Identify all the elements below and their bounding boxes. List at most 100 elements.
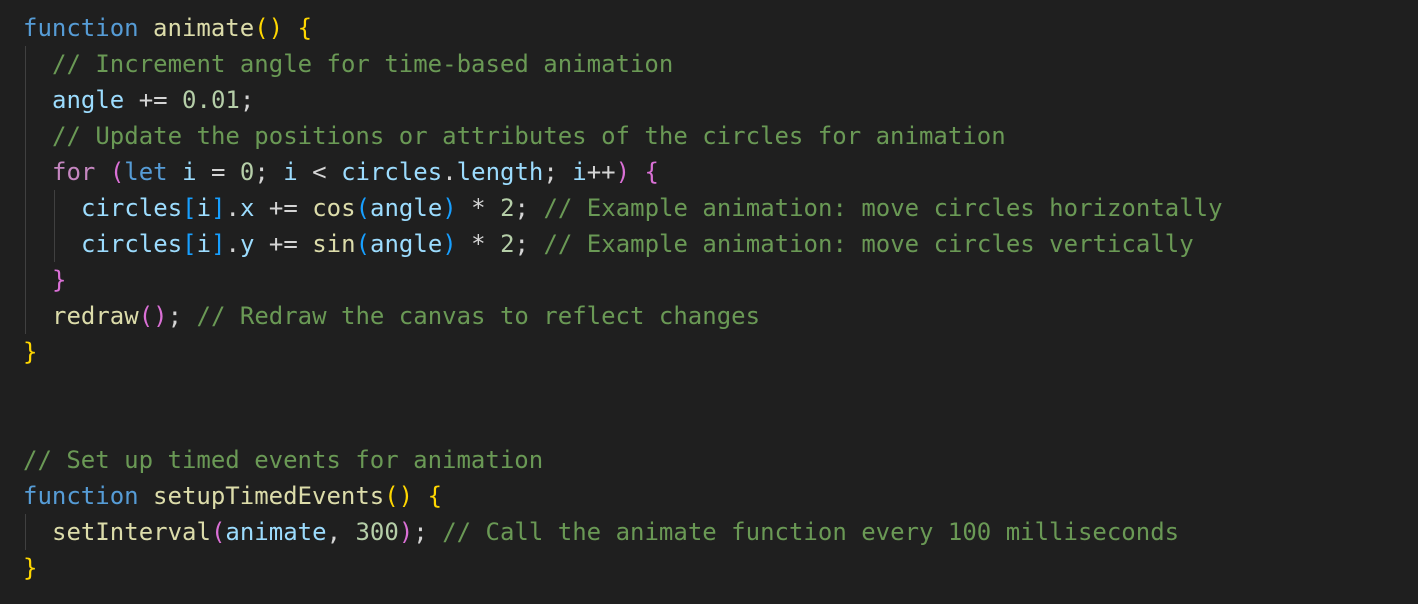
code-token-num: 300 [355,518,399,546]
code-token-op: += [254,230,313,258]
code-token-b3: ( [355,194,371,222]
code-token-b1: { [297,14,313,42]
code-token-op: * [456,230,501,258]
code-token-b3: ] [211,230,226,258]
code-token-comment: // Update the positions or attributes of… [52,122,1006,150]
code-line[interactable]: } [23,550,1413,586]
code-line[interactable]: } [23,262,1413,298]
code-token-var: i [572,158,587,186]
code-token-var: i [283,158,298,186]
indent-guide [25,298,26,334]
code-token-var: y [239,230,255,258]
indent-guide [25,226,26,262]
code-token-var: angle [370,230,443,258]
code-token-b2: ) [615,158,631,186]
code-token-op [139,14,153,42]
code-token-num: 0.01 [182,86,240,114]
code-line[interactable]: function setupTimedEvents() { [23,478,1413,514]
code-token-comment: // Call the animate function every 100 m… [442,518,1180,546]
indent-guide [25,154,26,190]
code-token-punct: ; [514,230,544,258]
code-token-num: 0 [239,158,255,186]
code-token-op: * [456,194,501,222]
code-token-fn: sin [312,230,356,258]
code-token-control: for [52,158,96,186]
code-token-b1: () [254,14,284,42]
code-token-b2: { [644,158,659,186]
code-token-comment: // Redraw the canvas to reflect changes [196,302,761,330]
code-editor[interactable]: function animate() {// Increment angle f… [0,0,1418,604]
code-token-b3: ] [211,194,226,222]
indent-guide [54,226,55,262]
code-line[interactable]: circles[i].x += cos(angle) * 2; // Examp… [23,190,1413,226]
code-token-var: circles [341,158,443,186]
code-line[interactable]: redraw(); // Redraw the canvas to reflec… [23,298,1413,334]
code-line[interactable]: for (let i = 0; i < circles.length; i++)… [23,154,1413,190]
code-token-punct: ; [167,302,197,330]
indent-guide [54,190,55,226]
code-token-b2: } [52,266,67,294]
indent-guide [25,262,26,298]
code-token-b1: { [427,482,443,510]
code-token-var: i [196,194,212,222]
code-token-punct: . [225,230,240,258]
code-token-punct: ; [514,194,544,222]
code-token-fn: setupTimedEvents [153,482,385,510]
code-token-var: i [182,158,197,186]
code-token-keyword: let [124,158,168,186]
code-token-punct: ; [543,158,573,186]
code-token-b3: [ [182,230,197,258]
code-line[interactable]: circles[i].y += sin(angle) * 2; // Examp… [23,226,1413,262]
code-token-comment: // Example animation: move circles horiz… [543,194,1223,222]
code-line[interactable]: // Update the positions or attributes of… [23,118,1413,154]
code-token-op [139,482,153,510]
indent-guide [25,46,26,82]
code-token-var: length [456,158,544,186]
code-token-punct: . [442,158,457,186]
code-token-var: animate [225,518,327,546]
code-token-b3: ( [355,230,371,258]
code-token-op: = [196,158,240,186]
code-token-b3: [ [182,194,197,222]
code-line[interactable]: } [23,334,1413,370]
code-token-fn: cos [312,194,356,222]
indent-guide [25,514,26,550]
code-token-var: x [239,194,255,222]
code-line[interactable]: angle += 0.01; [23,82,1413,118]
code-token-comment: // Example animation: move circles verti… [543,230,1194,258]
code-token-b3: ) [442,194,457,222]
code-token-b2: ( [210,518,226,546]
code-token-comment: // Set up timed events for animation [23,446,544,474]
code-token-keyword: function [23,482,139,510]
code-token-op: ++ [586,158,616,186]
code-line[interactable]: function animate() { [23,10,1413,46]
code-token-fn: redraw [52,302,139,330]
code-token-punct: . [225,194,240,222]
code-token-b3: ) [442,230,457,258]
code-token-op: += [254,194,313,222]
indent-guide [25,190,26,226]
code-token-punct: , [326,518,356,546]
code-token-b1: } [23,338,38,366]
code-line[interactable] [23,406,1413,442]
indent-guide [25,118,26,154]
code-token-op [168,158,182,186]
code-token-comment: // Increment angle for time-based animat… [52,50,674,78]
code-line[interactable]: // Set up timed events for animation [23,442,1413,478]
code-line[interactable]: // Increment angle for time-based animat… [23,46,1413,82]
code-token-fn: setInterval [52,518,211,546]
code-token-punct: ; [413,518,443,546]
code-token-var: circles [81,230,183,258]
code-token-num: 2 [500,230,515,258]
code-token-op [413,482,427,510]
code-token-b1: } [23,554,38,582]
code-token-op [95,158,109,186]
code-token-op [630,158,644,186]
code-token-punct: ; [254,158,284,186]
code-line[interactable] [23,370,1413,406]
code-token-op: < [297,158,342,186]
code-area[interactable]: function animate() {// Increment angle f… [23,10,1413,586]
code-line[interactable]: setInterval(animate, 300); // Call the a… [23,514,1413,550]
code-token-punct: ; [239,86,255,114]
code-token-fn: animate [153,14,255,42]
